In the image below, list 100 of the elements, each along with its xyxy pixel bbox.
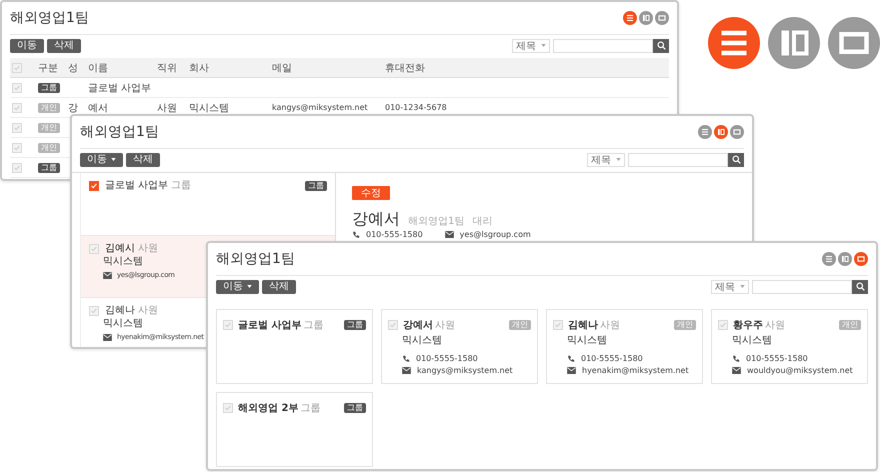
move-button[interactable]: 이동: [216, 280, 259, 294]
split-view-button[interactable]: [639, 11, 653, 25]
type-badge: 그룹: [38, 83, 60, 93]
caret-icon: [111, 158, 116, 161]
column-header: 메일: [272, 62, 293, 74]
company-name: 믹시스템: [103, 318, 143, 329]
phone-text: 010-5555-1580: [746, 354, 808, 363]
list-icon: [823, 253, 835, 265]
contact-role: 사원: [765, 319, 785, 332]
type-badge: 그룹: [305, 180, 327, 191]
table-cell-text: 사원: [157, 102, 178, 114]
card-view-button[interactable]: [854, 252, 868, 266]
company-name: 믹시스템: [402, 334, 442, 347]
contact-role: 사원: [600, 319, 620, 332]
department-text: 해외영업1팀: [408, 216, 464, 227]
email-text: yes@lsgroup.com: [460, 230, 531, 239]
card-view-button[interactable]: [828, 17, 880, 69]
position-text: 대리: [472, 216, 492, 227]
search-field[interactable]: [553, 38, 653, 52]
delete-button[interactable]: 삭제: [126, 152, 160, 166]
contact-name[interactable]: 김예시: [105, 243, 135, 254]
search-select[interactable]: 제목: [587, 152, 625, 166]
card-view-button[interactable]: [730, 125, 744, 139]
search-field[interactable]: [628, 152, 728, 166]
phone-icon: [732, 354, 740, 362]
type-badge: 그룹: [344, 403, 366, 413]
type-badge: 그룹: [344, 320, 366, 330]
contact-role: 그룹: [171, 180, 192, 192]
caret-icon: [541, 44, 546, 47]
move-button[interactable]: 이동: [10, 38, 44, 52]
mail-icon: [444, 231, 454, 238]
card-view-button[interactable]: [655, 11, 669, 25]
columns-icon: [715, 126, 727, 138]
contact-name: 강예서: [403, 319, 433, 332]
caret-icon: [247, 285, 252, 288]
contact-name: 김혜나: [568, 319, 598, 332]
search-select[interactable]: 제목: [512, 38, 550, 52]
columns-icon: [839, 253, 851, 265]
columns-icon: [640, 12, 652, 24]
table-cell-text: 010-1234-5678: [385, 103, 448, 112]
split-view-button[interactable]: [714, 125, 728, 139]
contact-name[interactable]: 글로벌 사업부: [105, 180, 168, 192]
contact-name: 황우주: [733, 319, 763, 332]
column-header: 직위: [157, 62, 178, 74]
search-icon: [656, 41, 666, 50]
table-cell-text: 글로벌 사업부: [88, 82, 152, 94]
email-text: kangys@miksystem.net: [417, 366, 513, 375]
phone-text: 010-5555-1580: [581, 354, 643, 363]
company-name: 믹시스템: [567, 334, 607, 347]
phone-icon: [567, 354, 575, 362]
contact-card[interactable]: 글로벌 사업부 그룹 그룹: [216, 309, 373, 384]
window-title: 해외영업1팀: [10, 9, 89, 27]
company-name: 믹시스템: [103, 256, 143, 267]
search-button[interactable]: [728, 152, 744, 166]
mail-icon: [402, 367, 411, 374]
caret-icon: [616, 158, 621, 161]
column-header: 성: [68, 62, 79, 74]
checkbox[interactable]: [89, 180, 99, 191]
mail-icon: [567, 367, 576, 374]
list-view-button[interactable]: [698, 125, 712, 139]
mail-icon: [103, 272, 112, 279]
type-badge: 개인: [38, 103, 60, 113]
window-title: 해외영업1팀: [216, 250, 295, 268]
split-view-button[interactable]: [768, 17, 820, 69]
search-icon: [732, 155, 740, 164]
contact-card[interactable]: 강예서 사원 개인 믹시스템 010-5555-1580 kangys@miksystem.net: [381, 309, 538, 384]
column-header: 휴대전화: [385, 62, 426, 74]
split-view-button[interactable]: [838, 252, 852, 266]
edit-button[interactable]: 수정: [352, 186, 390, 200]
phone-icon: [402, 354, 410, 362]
list-view-button[interactable]: [623, 11, 637, 25]
delete-button[interactable]: 삭제: [262, 280, 296, 294]
mail-icon: [103, 334, 112, 341]
type-badge: 개인: [674, 320, 696, 330]
contact-name[interactable]: 김혜나: [105, 305, 135, 316]
contact-role: 그룹: [300, 402, 320, 415]
search-field[interactable]: [752, 280, 852, 294]
search-button[interactable]: [852, 280, 868, 294]
delete-button[interactable]: 삭제: [47, 38, 81, 52]
table-cell-text: kangys@miksystem.net: [272, 103, 369, 112]
contact-card[interactable]: 황우주 사원 개인 믹시스템 010-5555-1580 wouldyou@miksystem.net: [711, 309, 868, 384]
table-cell-text: 예서: [88, 102, 109, 114]
column-header: 회사: [189, 62, 210, 74]
list-icon: [699, 126, 711, 138]
contact-role: 그룹: [303, 319, 324, 332]
contact-card[interactable]: 김혜나 사원 개인 믹시스템 010-5555-1580 hyenakim@miksystem.net: [546, 309, 703, 384]
search-button[interactable]: [653, 38, 669, 52]
list-view-button[interactable]: [822, 252, 836, 266]
window-title: 해외영업1팀: [80, 123, 159, 141]
contact-role: 사원: [138, 305, 158, 316]
type-badge: 개인: [509, 320, 531, 330]
contact-name: 글로벌 사업부: [238, 319, 302, 332]
type-badge: 그룹: [38, 163, 60, 173]
column-header: 구분: [38, 62, 59, 74]
email-text: wouldyou@miksystem.net: [747, 366, 853, 375]
search-select[interactable]: 제목: [711, 280, 749, 294]
phone-icon: [352, 230, 360, 239]
move-button[interactable]: 이동: [80, 152, 123, 166]
contact-card[interactable]: 해외영업 2부 그룹 그룹: [216, 392, 373, 467]
list-view-button[interactable]: [708, 17, 760, 69]
